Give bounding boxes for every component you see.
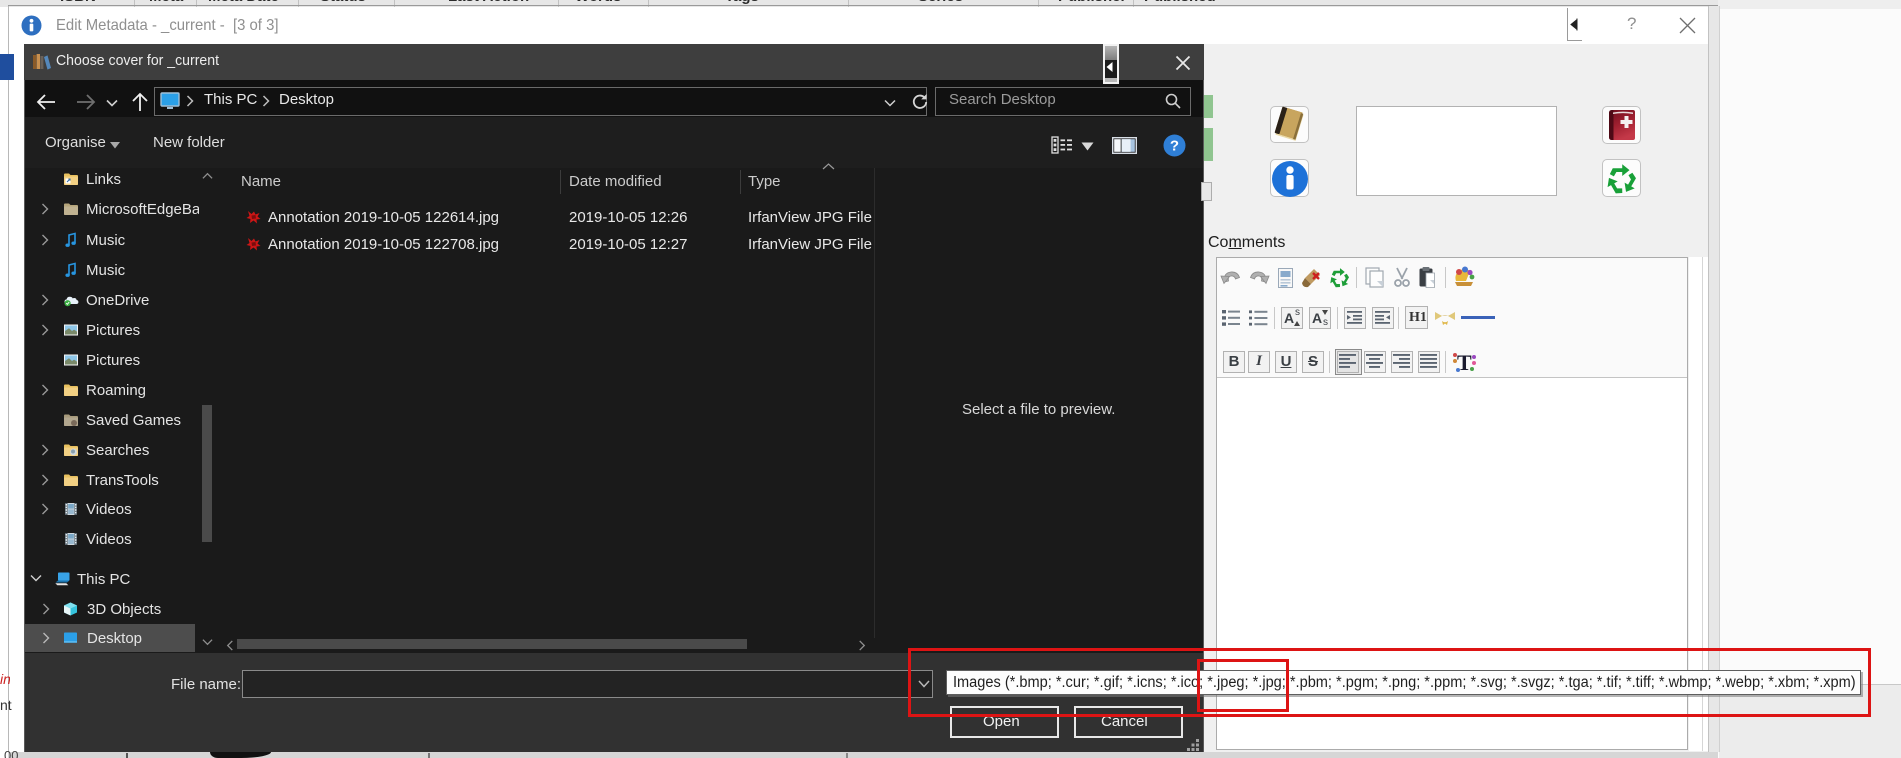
svg-text:?: ? (1170, 138, 1179, 155)
